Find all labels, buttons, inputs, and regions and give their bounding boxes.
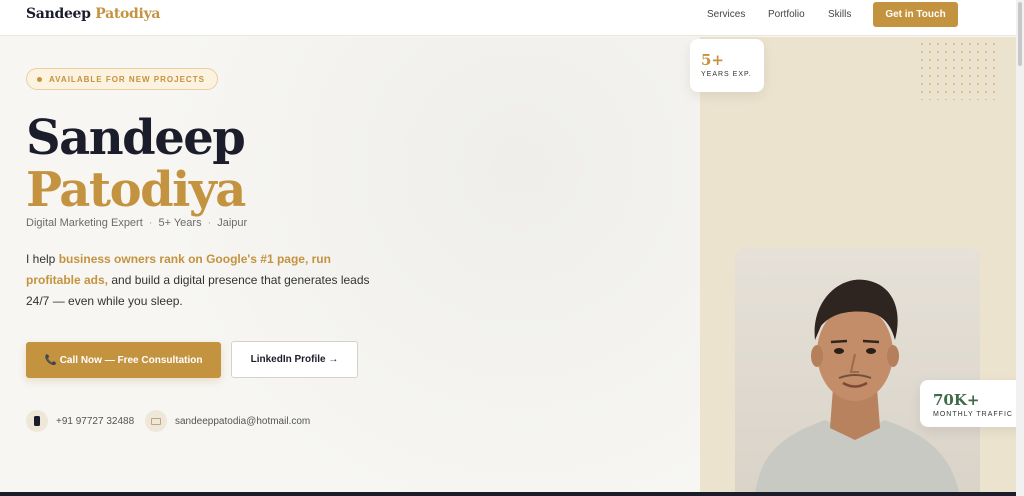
linkedin-profile-button[interactable]: LinkedIn Profile → (231, 341, 358, 378)
meta-separator: · (148, 217, 153, 229)
contact-phone[interactable]: +91 97727 32488 (26, 410, 134, 432)
top-navbar: Sandeep Patodiya Services Portfolio Skil… (0, 0, 1024, 36)
status-dot-icon (37, 76, 42, 82)
mail-icon (145, 410, 167, 432)
nav-link-portfolio[interactable]: Portfolio (768, 9, 805, 20)
hero-name-first: Sandeep (26, 110, 246, 166)
availability-badge-label: AVAILABLE FOR NEW PROJECTS (49, 74, 205, 84)
profile-photo (735, 248, 980, 496)
hero-name-last: Patodiya (26, 162, 246, 218)
experience-stat-label: YEARS EXP. (701, 71, 752, 78)
brand-first-name: Sandeep (26, 6, 91, 22)
traffic-stat-card: 70K+ MONTHLY TRAFFIC (920, 380, 1024, 427)
nav-link-services[interactable]: Services (707, 9, 745, 20)
meta-separator: · (207, 217, 212, 229)
phone-number: +91 97727 32488 (56, 415, 135, 427)
hero-description: I help business owners rank on Google's … (26, 249, 386, 312)
nav-link-skills[interactable]: Skills (828, 9, 851, 20)
page-scrollbar[interactable] (1016, 0, 1024, 496)
availability-badge: AVAILABLE FOR NEW PROJECTS (26, 68, 218, 90)
hero-section: AVAILABLE FOR NEW PROJECTS Sandeep Patod… (0, 37, 700, 492)
brand-last-name: Patodiya (95, 6, 161, 22)
contact-email[interactable]: sandeeppatodia@hotmail.com (145, 410, 310, 432)
meta-experience: 5+ Years (158, 217, 202, 229)
phone-icon (26, 410, 48, 432)
traffic-stat-value: 70K+ (933, 391, 980, 409)
call-now-button[interactable]: 📞 Call Now — Free Consultation (26, 342, 221, 378)
meta-location: Jaipur (217, 217, 248, 229)
desc-intro: I help (26, 252, 59, 266)
experience-stat-card: 5+ YEARS EXP. (690, 39, 764, 92)
dot-pattern-decoration (918, 40, 998, 100)
email-address: sandeeppatodia@hotmail.com (175, 415, 311, 427)
get-in-touch-button[interactable]: Get in Touch (873, 2, 958, 27)
brand-logo[interactable]: Sandeep Patodiya (26, 6, 160, 22)
experience-stat-value: 5+ (701, 51, 725, 69)
profile-photo-illustration (735, 248, 980, 496)
hero-meta: Digital Marketing Expert · 5+ Years · Ja… (26, 217, 247, 229)
traffic-stat-label: MONTHLY TRAFFIC (933, 411, 1013, 418)
bottom-edge-bar (0, 492, 1016, 496)
scrollbar-thumb[interactable] (1018, 2, 1022, 66)
meta-role: Digital Marketing Expert (26, 217, 143, 229)
